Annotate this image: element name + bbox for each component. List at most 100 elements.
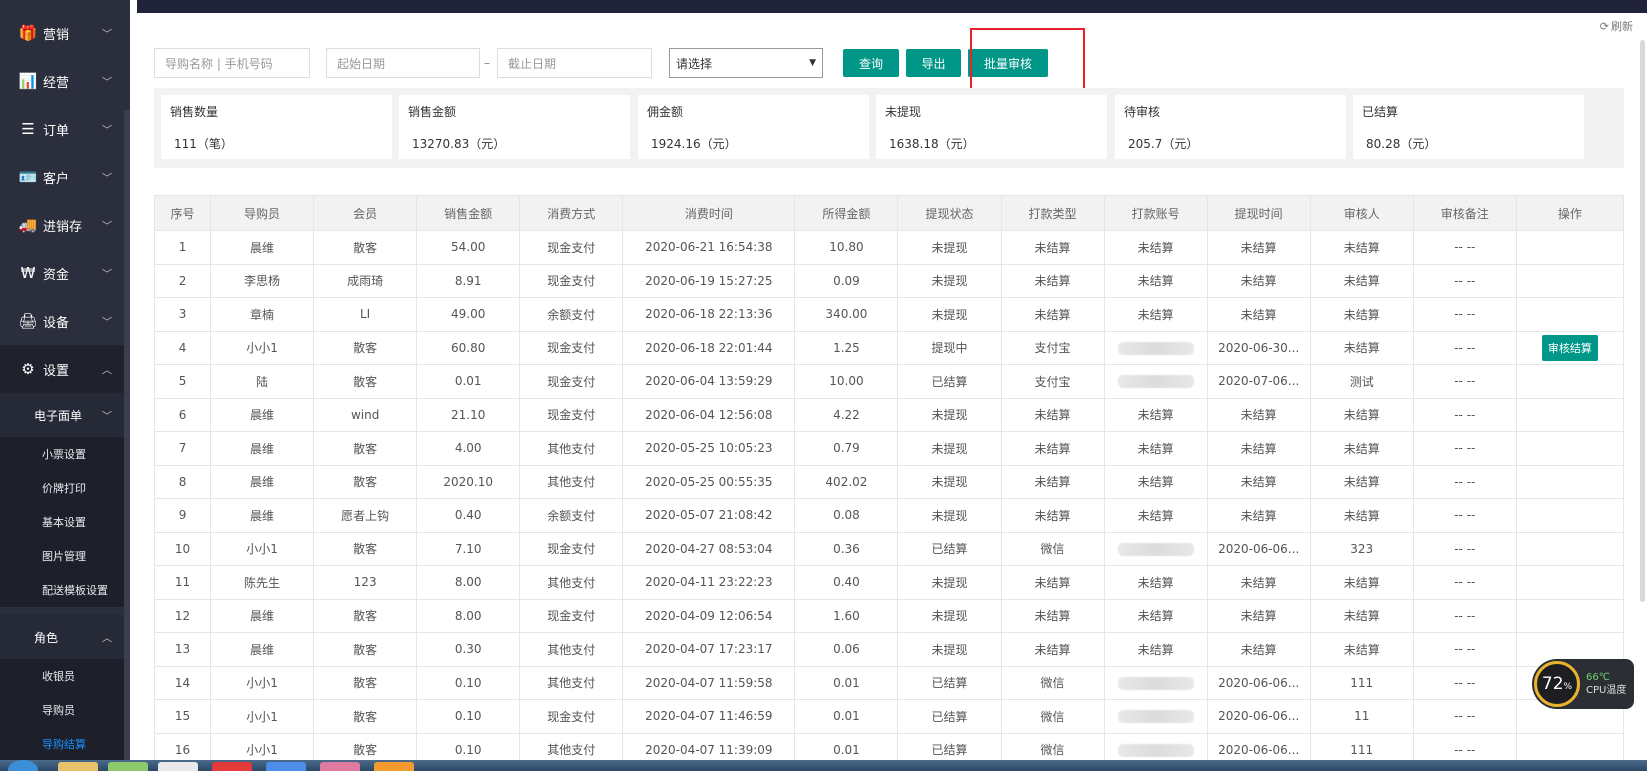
taskbar-app-icon[interactable] bbox=[58, 762, 98, 771]
sidebar-subitem[interactable]: 小票设置 bbox=[0, 437, 130, 471]
table-cell: 未提现 bbox=[897, 263, 1002, 298]
table-cell: 60.80 bbox=[416, 330, 521, 365]
refresh-button[interactable]: ⟳ 刷新 bbox=[1600, 18, 1633, 34]
table-cell: 未提现 bbox=[897, 498, 1002, 533]
table-cell: 现金支付 bbox=[519, 531, 624, 566]
table-cell: 11 bbox=[1309, 699, 1414, 734]
sidebar-item-3[interactable]: 🪪 客户 ﹀ bbox=[0, 153, 130, 201]
sidebar-item-2[interactable]: ☰ 订单 ﹀ bbox=[0, 105, 130, 153]
sidebar-subitem[interactable]: 导购结算 bbox=[0, 727, 130, 761]
sidebar-group-1[interactable]: 角色 ︿ bbox=[0, 615, 130, 659]
table-cell: 成雨琦 bbox=[313, 263, 418, 298]
table-cell: 2020-07-06... bbox=[1206, 364, 1311, 399]
taskbar-app-icon[interactable] bbox=[266, 762, 306, 771]
table-row: 3 章楠 LI 49.00 余额支付 2020-06-18 22:13:36 340.00 未… bbox=[153, 297, 1625, 332]
table-cell: -- -- bbox=[1412, 665, 1517, 700]
taskbar-app-icon[interactable] bbox=[108, 762, 148, 771]
table-cell bbox=[1515, 565, 1625, 600]
table-cell: 8 bbox=[153, 464, 212, 499]
sidebar-subitem[interactable]: 收银员 bbox=[0, 659, 130, 693]
table-cell: -- -- bbox=[1412, 297, 1517, 332]
end-date-input[interactable]: 截止日期 bbox=[497, 48, 652, 78]
status-select[interactable]: 请选择 ▼ bbox=[669, 48, 823, 78]
table-cell: 余额支付 bbox=[519, 498, 624, 533]
sidebar-group-0[interactable]: 电子面单 ﹀ bbox=[0, 393, 130, 437]
table-row: 11 陈先生 123 8.00 其他支付 2020-04-11 23:22:23 0.40 未… bbox=[153, 565, 1625, 600]
sidebar-item-0[interactable]: 🎁 营销 ﹀ bbox=[0, 9, 130, 57]
table-cell: 未结算 bbox=[1103, 598, 1208, 633]
refresh-label: 刷新 bbox=[1611, 20, 1633, 33]
table-cell: 未结算 bbox=[1000, 565, 1105, 600]
table-cell: 现金支付 bbox=[519, 699, 624, 734]
sidebar-item-7[interactable]: ⚙ 设置 ︿ bbox=[0, 345, 130, 393]
table-row: 6 晨维 wind 21.10 现金支付 2020-06-04 12:56:08 4.22 未… bbox=[153, 397, 1625, 432]
table-cell: 2020-05-25 00:55:35 bbox=[622, 464, 796, 499]
table-cell: 15 bbox=[153, 699, 212, 734]
sidebar-subitem[interactable]: 价牌打印 bbox=[0, 471, 130, 505]
stat-card: 已结算 80.28（元） bbox=[1353, 95, 1584, 159]
table-row: 10 小小1 散客 7.10 现金支付 2020-04-27 08:53:04 0.36 已结… bbox=[153, 531, 1625, 566]
cpu-monitor-widget[interactable]: 72% 66℃ CPU温度 bbox=[1532, 659, 1634, 709]
export-button[interactable]: 导出 bbox=[906, 49, 961, 77]
stat-title: 佣金额 bbox=[647, 105, 684, 119]
table-cell: -- -- bbox=[1412, 263, 1517, 298]
table-cell: 微信 bbox=[1000, 665, 1105, 700]
stat-value: 205.7（元） bbox=[1128, 137, 1199, 151]
table-cell: 14 bbox=[153, 665, 212, 700]
content-scrollbar[interactable] bbox=[1640, 40, 1645, 602]
table-cell: 12 bbox=[153, 598, 212, 633]
taskbar-app-icon[interactable] bbox=[374, 762, 414, 771]
chevron-down-icon: ﹀ bbox=[102, 29, 112, 41]
column-header: 导购员 bbox=[210, 195, 315, 231]
table-cell: 陆 bbox=[210, 364, 315, 399]
table-cell: 支付宝 bbox=[1000, 330, 1105, 365]
table-cell bbox=[1515, 498, 1625, 533]
table-cell: 11 bbox=[153, 565, 212, 600]
column-header: 打款类型 bbox=[1000, 195, 1105, 231]
table-cell: 未结算 bbox=[1000, 431, 1105, 466]
sidebar-scrollbar[interactable] bbox=[124, 110, 130, 760]
table-cell: 0.01 bbox=[794, 665, 899, 700]
table-cell: LI bbox=[313, 297, 418, 332]
table-cell: 未结算 bbox=[1103, 431, 1208, 466]
table-cell: 未结算 bbox=[1206, 431, 1311, 466]
sidebar-item-6[interactable]: 🖨 设备 ﹀ bbox=[0, 297, 130, 345]
table-cell: 未结算 bbox=[1000, 498, 1105, 533]
table-cell: 4.22 bbox=[794, 397, 899, 432]
table-cell: 2 bbox=[153, 263, 212, 298]
sidebar-subitem[interactable]: 基本设置 bbox=[0, 505, 130, 539]
cpu-temperature: 66℃ bbox=[1586, 672, 1610, 683]
table-cell: 未结算 bbox=[1206, 598, 1311, 633]
table-cell: 111 bbox=[1309, 665, 1414, 700]
table-cell: 未结算 bbox=[1309, 498, 1414, 533]
guide-name-phone-input[interactable]: 导购名称 | 手机号码 bbox=[154, 48, 310, 78]
table-cell: 散客 bbox=[313, 464, 418, 499]
table-cell: -- -- bbox=[1412, 531, 1517, 566]
taskbar-app-icon[interactable] bbox=[212, 762, 252, 771]
sidebar-subitem[interactable]: 配送模板设置 bbox=[0, 573, 130, 607]
table-cell: 3 bbox=[153, 297, 212, 332]
redacted-account bbox=[1117, 375, 1194, 389]
sidebar-subitem[interactable]: 图片管理 bbox=[0, 539, 130, 573]
truck-icon: 🚚 bbox=[18, 216, 38, 234]
table-cell: 未结算 bbox=[1206, 565, 1311, 600]
table-cell: 其他支付 bbox=[519, 565, 624, 600]
sidebar-item-5[interactable]: ₩ 资金 ﹀ bbox=[0, 249, 130, 297]
table-cell: 未提现 bbox=[897, 464, 1002, 499]
sidebar-item-1[interactable]: 📊 经营 ﹀ bbox=[0, 57, 130, 105]
query-button[interactable]: 查询 bbox=[843, 49, 899, 77]
table-cell: 晨维 bbox=[210, 498, 315, 533]
sidebar-subitem[interactable]: 导购员 bbox=[0, 693, 130, 727]
table-cell: 0.08 bbox=[794, 498, 899, 533]
refresh-icon: ⟳ bbox=[1599, 19, 1609, 33]
sidebar-item-4[interactable]: 🚚 进销存 ﹀ bbox=[0, 201, 130, 249]
table-cell bbox=[1515, 598, 1625, 633]
taskbar-app-icon[interactable] bbox=[158, 762, 198, 771]
start-date-input[interactable]: 起始日期 bbox=[326, 48, 480, 78]
review-settle-button[interactable]: 审核结算 bbox=[1541, 334, 1598, 361]
table-cell: 2020-06-18 22:01:44 bbox=[622, 330, 796, 365]
redacted-account bbox=[1117, 710, 1194, 724]
taskbar-app-icon[interactable] bbox=[320, 762, 360, 771]
table-cell: 微信 bbox=[1000, 699, 1105, 734]
table-cell: 小小1 bbox=[210, 665, 315, 700]
